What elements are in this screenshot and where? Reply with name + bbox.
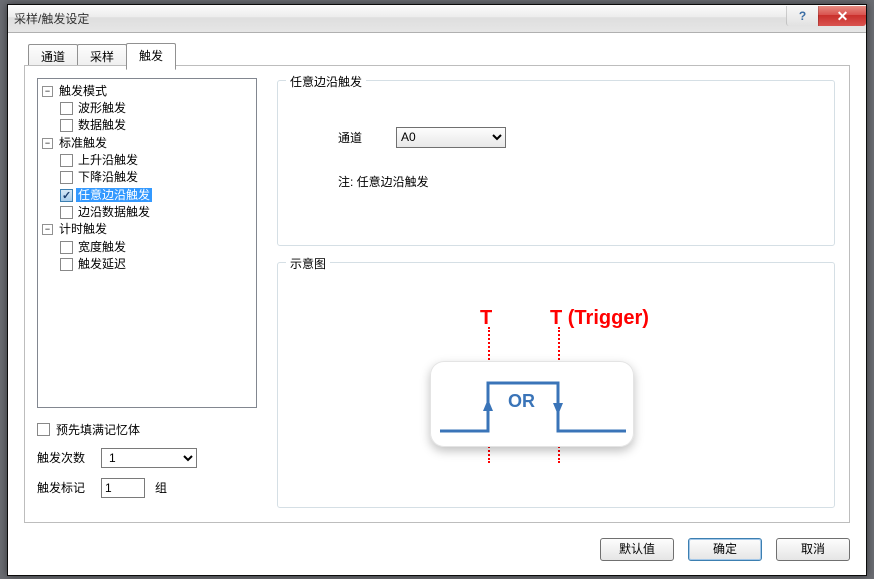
defaults-button[interactable]: 默认值 — [600, 538, 674, 561]
checkbox[interactable] — [60, 241, 73, 254]
trigger-mark-row: 触发标记 组 — [37, 478, 257, 498]
checkbox[interactable] — [60, 102, 73, 115]
checkbox-checked[interactable] — [60, 189, 73, 202]
any-edge-group: 任意边沿触发 通道 A0 注: 任意边沿触发 — [277, 80, 835, 246]
trigger-mark-unit: 组 — [155, 479, 167, 496]
collapse-icon[interactable]: − — [42, 86, 53, 97]
note-text: 注: 任意边沿触发 — [338, 173, 429, 190]
trigger-tree[interactable]: −触发模式 波形触发 数据触发 −标准触发 上升沿触发 下降沿触发 任意边沿触发… — [37, 78, 257, 408]
trigger-count-select[interactable]: 1 — [101, 448, 197, 468]
cancel-button[interactable]: 取消 — [776, 538, 850, 561]
trigger-count-row: 触发次数 1 — [37, 448, 257, 468]
checkbox[interactable] — [60, 119, 73, 132]
diagram-group: 示意图 T T (Trigger) OR — [277, 262, 835, 508]
close-icon: ✕ — [837, 8, 849, 25]
channel-select[interactable]: A0 — [396, 127, 506, 148]
close-button[interactable]: ✕ — [818, 6, 866, 26]
tree-item-data-trigger[interactable]: 数据触发 — [60, 117, 254, 134]
trigger-mark-label: 触发标记 — [37, 479, 101, 496]
collapse-icon[interactable]: − — [42, 138, 53, 149]
ok-button[interactable]: 确定 — [688, 538, 762, 561]
tree-item-falling-edge[interactable]: 下降沿触发 — [60, 169, 254, 186]
checkbox[interactable] — [60, 171, 73, 184]
trigger-diagram: T T (Trigger) OR — [416, 309, 696, 469]
tree-node-standard[interactable]: −标准触发 上升沿触发 下降沿触发 任意边沿触发 边沿数据触发 — [42, 134, 254, 221]
tree-item-width-trigger[interactable]: 宽度触发 — [60, 238, 254, 255]
prefill-label: 预先填满记忆体 — [56, 421, 140, 438]
title-bar[interactable]: 采样/触发设定 ? ✕ — [8, 5, 866, 33]
tree-node-timed[interactable]: −计时触发 宽度触发 触发延迟 — [42, 221, 254, 273]
dialog-buttons: 默认值 确定 取消 — [600, 538, 850, 561]
trigger-count-label: 触发次数 — [37, 449, 101, 466]
tree-item-waveform-trigger[interactable]: 波形触发 — [60, 100, 254, 117]
prefill-row: 预先填满记忆体 — [37, 421, 257, 438]
window-title: 采样/触发设定 — [14, 10, 786, 27]
channel-row: 通道 A0 — [338, 127, 506, 148]
checkbox[interactable] — [60, 258, 73, 271]
checkbox[interactable] — [60, 206, 73, 219]
or-label: OR — [508, 391, 535, 412]
client-area: 通道 采样 触发 −触发模式 波形触发 数据触发 −标准触发 — [8, 33, 866, 575]
collapse-icon[interactable]: − — [42, 224, 53, 235]
tree-node-mode[interactable]: −触发模式 波形触发 数据触发 — [42, 83, 254, 135]
window-controls: ? ✕ — [786, 6, 866, 26]
tree-item-rising-edge[interactable]: 上升沿触发 — [60, 152, 254, 169]
any-edge-legend: 任意边沿触发 — [286, 73, 366, 90]
dialog-window: 采样/触发设定 ? ✕ 通道 采样 触发 −触发模式 波形触发 数据触发 — [7, 4, 867, 576]
bottom-left-controls: 预先填满记忆体 触发次数 1 触发标记 组 — [37, 421, 257, 508]
tree-item-edge-data[interactable]: 边沿数据触发 — [60, 204, 254, 221]
tree-item-trigger-delay[interactable]: 触发延迟 — [60, 256, 254, 273]
checkbox[interactable] — [60, 154, 73, 167]
trigger-mark-input[interactable] — [101, 478, 145, 498]
help-button[interactable]: ? — [786, 6, 818, 26]
tab-panel-trigger: −触发模式 波形触发 数据触发 −标准触发 上升沿触发 下降沿触发 任意边沿触发… — [24, 65, 850, 523]
channel-label: 通道 — [338, 129, 396, 146]
diagram-legend: 示意图 — [286, 255, 330, 272]
question-icon: ? — [799, 9, 806, 23]
note-row: 注: 任意边沿触发 — [338, 173, 429, 190]
t-label-1: T — [480, 307, 492, 330]
tab-trigger[interactable]: 触发 — [126, 43, 176, 70]
prefill-checkbox[interactable] — [37, 423, 50, 436]
t-label-2: T (Trigger) — [550, 307, 649, 330]
tree-item-any-edge[interactable]: 任意边沿触发 — [60, 186, 254, 203]
